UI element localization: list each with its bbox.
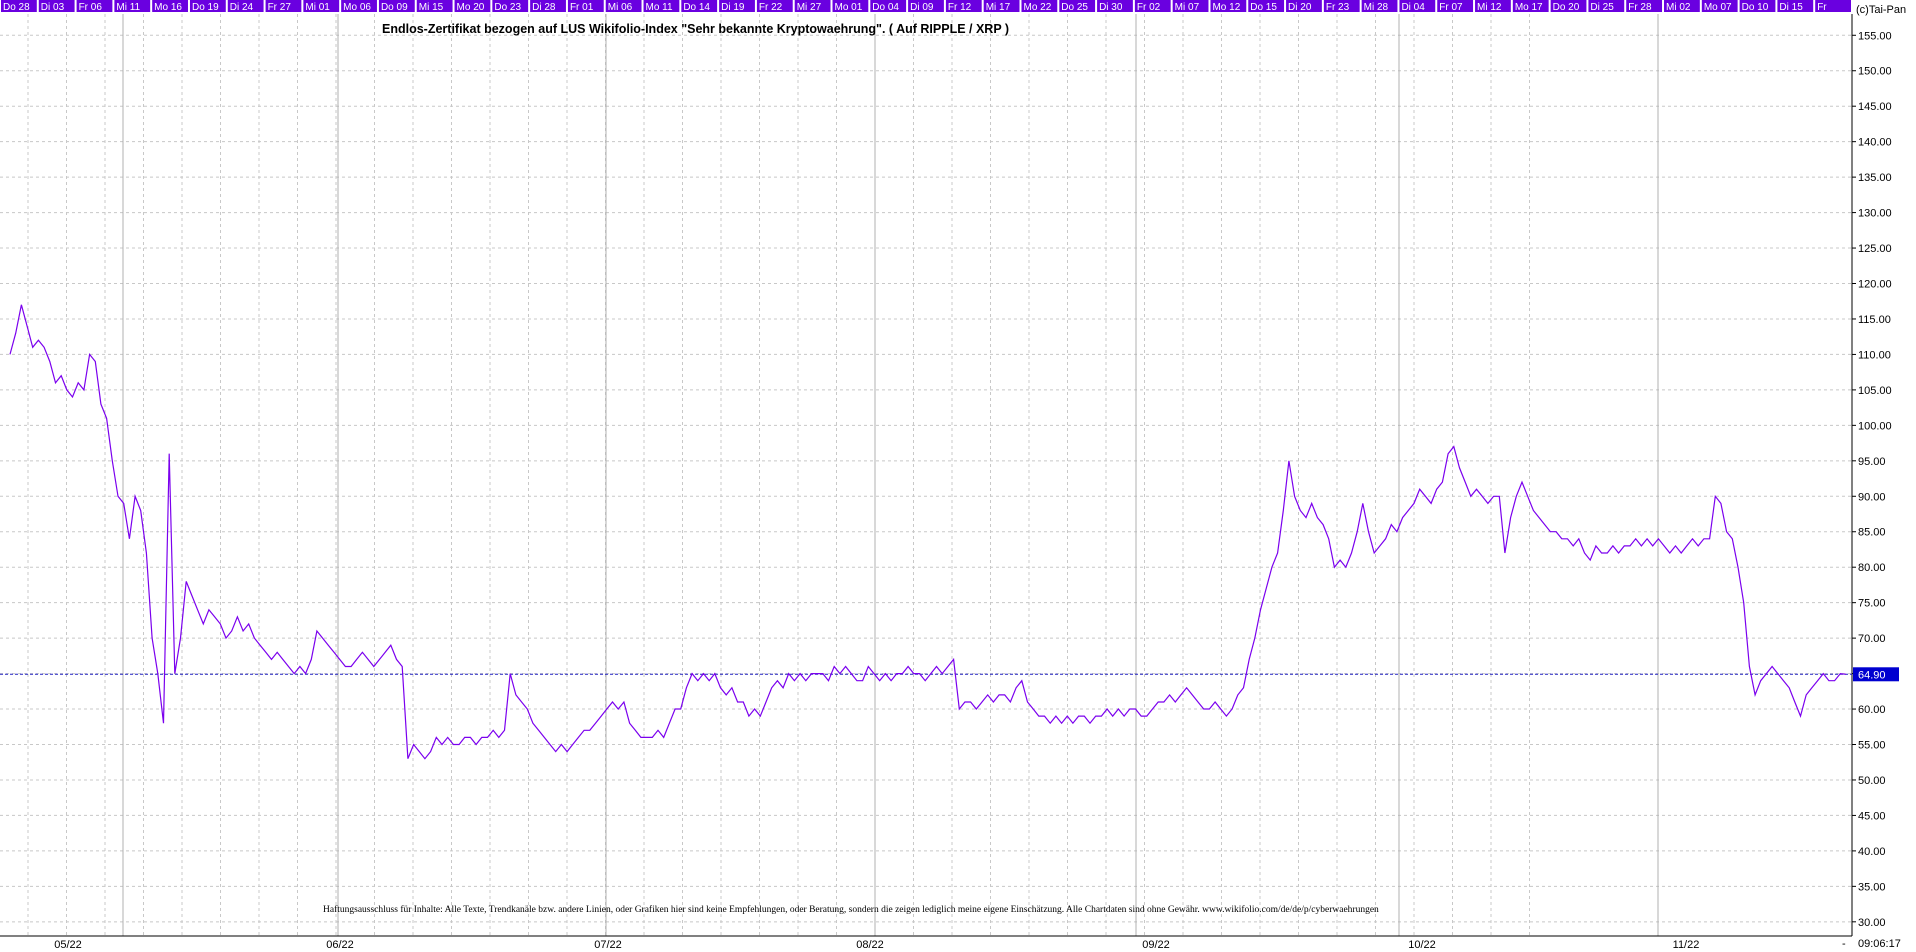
date-label-34: Di 20 [1288, 2, 1312, 13]
disclaimer-text: Haftungsausschluss für Inhalte: Alle Tex… [323, 904, 1379, 915]
x-tick-label-3: 08/22 [856, 939, 884, 951]
y-tick-label-6: 60.00 [1858, 704, 1886, 716]
y-tick-label-23: 145.00 [1858, 101, 1892, 113]
y-tick-label-9: 75.00 [1858, 598, 1886, 610]
date-label-44: Mi 02 [1666, 2, 1691, 13]
y-tick-label-25: 155.00 [1858, 30, 1892, 42]
chart-window: Do 28 Di 03 Fr 06 Mi 11 Mo 16 Do 19 Di 24 Fr 27… [0, 0, 1916, 952]
date-label-35: Fr 23 [1326, 2, 1350, 13]
y-tick-label-11: 85.00 [1858, 527, 1886, 539]
date-label-36: Mi 28 [1364, 2, 1389, 13]
x-tick-label-0: 05/22 [54, 939, 82, 951]
y-tick-label-24: 150.00 [1858, 66, 1892, 78]
date-label-18: Do 14 [683, 2, 710, 13]
date-label-15: Fr 01 [570, 2, 594, 13]
last-price-label: 64.90 [1858, 669, 1886, 681]
date-label-0: Do 28 [3, 2, 30, 13]
date-label-37: Di 04 [1401, 2, 1425, 13]
y-tick-label-2: 40.00 [1858, 846, 1886, 858]
y-tick-label-8: 70.00 [1858, 633, 1886, 645]
y-tick-label-17: 115.00 [1858, 314, 1891, 326]
date-label-25: Fr 12 [948, 2, 972, 13]
y-tick-label-20: 130.00 [1858, 208, 1892, 220]
date-label-46: Do 10 [1742, 2, 1769, 13]
date-label-8: Mi 01 [305, 2, 330, 13]
y-tick-label-18: 120.00 [1858, 279, 1892, 291]
y-tick-label-21: 135.00 [1858, 172, 1892, 184]
price-chart: Do 28 Di 03 Fr 06 Mi 11 Mo 16 Do 19 Di 24 Fr 27… [0, 0, 1916, 952]
date-label-14: Di 28 [532, 2, 556, 13]
y-tick-label-3: 45.00 [1858, 810, 1886, 822]
y-tick-label-15: 105.00 [1858, 385, 1892, 397]
date-label-45: Mo 07 [1704, 2, 1732, 13]
x-tick-label-6: 11/22 [1673, 939, 1700, 951]
date-label-5: Do 19 [192, 2, 219, 13]
date-label-31: Mi 07 [1175, 2, 1200, 13]
x-tick-label-4: 09/22 [1142, 939, 1170, 951]
x-tick-label-1: 06/22 [326, 939, 354, 951]
date-label-40: Mo 17 [1515, 2, 1543, 13]
y-tick-label-13: 95.00 [1858, 456, 1886, 468]
date-label-2: Fr 06 [79, 2, 103, 13]
date-label-20: Fr 22 [759, 2, 783, 13]
date-label-27: Mo 22 [1023, 2, 1051, 13]
date-label-39: Mi 12 [1477, 2, 1502, 13]
date-label-30: Fr 02 [1137, 2, 1161, 13]
date-label-1: Di 03 [41, 2, 65, 13]
date-label-22: Mo 01 [835, 2, 863, 13]
date-header-bar: Do 28 Di 03 Fr 06 Mi 11 Mo 16 Do 19 Di 24 Fr 27… [1, 0, 1851, 13]
y-tick-label-0: 30.00 [1858, 917, 1886, 929]
y-tick-label-22: 140.00 [1858, 137, 1892, 149]
y-tick-label-5: 55.00 [1858, 740, 1886, 752]
date-label-9: Mo 06 [343, 2, 371, 13]
date-label-41: Do 20 [1553, 2, 1580, 13]
y-tick-label-1: 35.00 [1858, 881, 1886, 893]
x-tick-label-2: 07/22 [594, 939, 622, 951]
y-tick-label-19: 125.00 [1858, 243, 1892, 255]
date-label-26: Mi 17 [986, 2, 1011, 13]
time-separator: - [1842, 938, 1846, 950]
date-label-29: Di 30 [1099, 2, 1123, 13]
date-label-6: Di 24 [230, 2, 254, 13]
copyright-label: (c)Tai-Pan [1856, 4, 1906, 16]
y-tick-label-12: 90.00 [1858, 491, 1886, 503]
date-label-47: Di 15 [1779, 2, 1803, 13]
date-label-28: Do 25 [1061, 2, 1088, 13]
date-label-42: Di 25 [1590, 2, 1614, 13]
date-label-43: Fr 28 [1628, 2, 1652, 13]
y-tick-label-10: 80.00 [1858, 562, 1886, 574]
date-label-24: Di 09 [910, 2, 934, 13]
date-label-32: Mo 12 [1212, 2, 1240, 13]
date-label-11: Mi 15 [419, 2, 444, 13]
date-label-21: Mi 27 [797, 2, 822, 13]
chart-title: Endlos-Zertifikat bezogen auf LUS Wikifo… [382, 22, 1009, 36]
date-label-48: Fr [1817, 2, 1827, 13]
date-label-10: Do 09 [381, 2, 408, 13]
date-label-33: Do 15 [1250, 2, 1277, 13]
date-label-3: Mi 11 [116, 2, 140, 13]
date-label-13: Do 23 [494, 2, 521, 13]
y-tick-label-4: 50.00 [1858, 775, 1886, 787]
y-tick-label-16: 110.00 [1858, 349, 1891, 361]
last-price-badge: 64.90 [1853, 667, 1899, 682]
date-label-23: Do 04 [872, 2, 899, 13]
date-label-19: Di 19 [721, 2, 745, 13]
time-label: 09:06:17 [1858, 938, 1901, 950]
date-label-7: Fr 27 [268, 2, 292, 13]
date-label-17: Mo 11 [646, 2, 673, 13]
x-tick-label-5: 10/22 [1408, 939, 1436, 951]
y-tick-label-14: 100.00 [1858, 420, 1892, 432]
date-label-4: Mo 16 [154, 2, 182, 13]
date-label-12: Mo 20 [457, 2, 485, 13]
date-label-16: Mi 06 [608, 2, 633, 13]
date-label-38: Fr 07 [1439, 2, 1463, 13]
